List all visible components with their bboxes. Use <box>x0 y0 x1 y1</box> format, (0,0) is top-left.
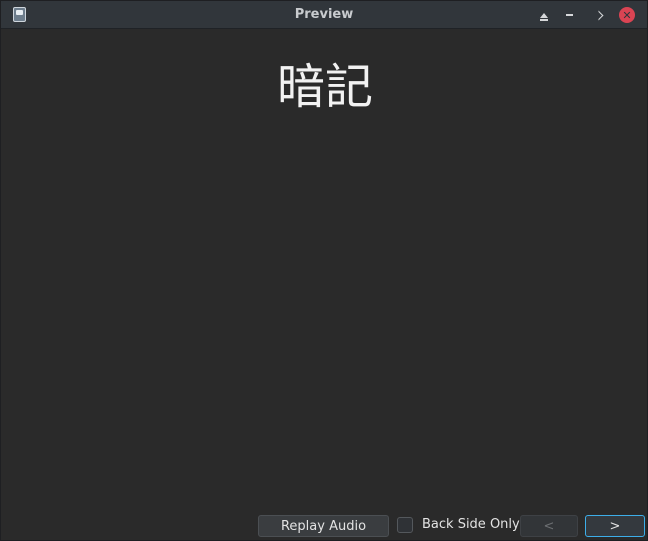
card-front-text: 暗記 <box>276 59 373 115</box>
preview-controls: Replay Audio Back Side Only < > <box>1 513 647 541</box>
minimize-button[interactable] <box>560 6 578 24</box>
keep-above-button[interactable] <box>535 6 553 24</box>
titlebar[interactable]: Preview ✕ <box>1 1 647 29</box>
back-side-only-checkbox[interactable] <box>397 517 413 533</box>
card-preview-area: 暗記 <box>2 29 648 513</box>
next-card-button[interactable]: > <box>585 515 645 537</box>
keep-above-icon <box>540 12 548 21</box>
back-side-only-label[interactable]: Back Side Only <box>422 516 520 534</box>
preview-window: Preview ✕ 暗記 Replay Audio Back Side Only… <box>0 0 648 541</box>
close-icon: ✕ <box>622 8 632 22</box>
minimize-icon <box>565 14 573 16</box>
replay-audio-button[interactable]: Replay Audio <box>258 515 389 537</box>
maximize-button[interactable] <box>589 6 607 24</box>
maximize-icon <box>593 10 603 20</box>
close-button[interactable]: ✕ <box>619 7 635 23</box>
previous-card-button[interactable]: < <box>520 515 578 537</box>
